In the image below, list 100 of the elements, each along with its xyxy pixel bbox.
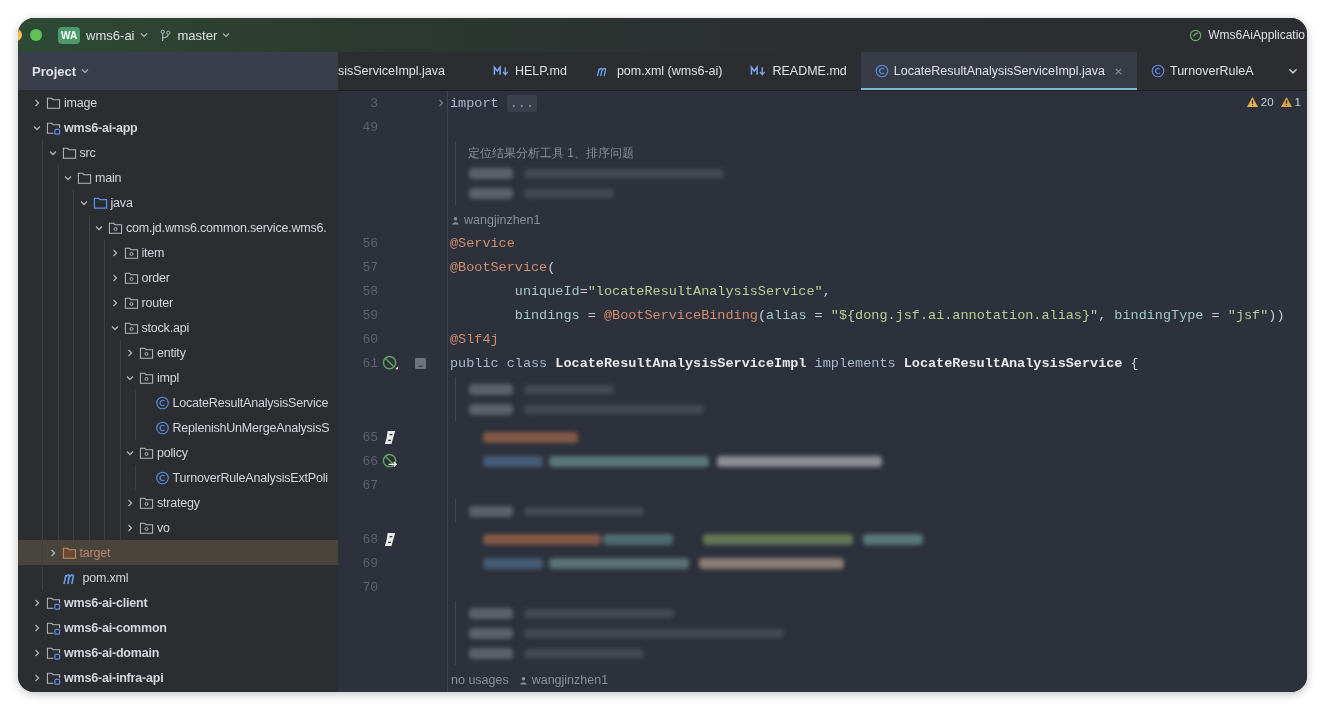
markdown-icon xyxy=(750,65,768,77)
warning-icon[interactable] xyxy=(1279,96,1293,108)
close-icon[interactable] xyxy=(1114,66,1123,76)
tree-item[interactable]: main xyxy=(18,165,338,190)
tab-label: LocateResultAnalysisServiceImpl.java xyxy=(893,64,1105,78)
branch-icon xyxy=(158,28,172,42)
branch-switcher[interactable]: master xyxy=(177,27,218,43)
module-folder-icon xyxy=(46,595,61,610)
bookmark-icon[interactable] xyxy=(415,357,426,369)
tree-item-label: com.jd.wms6.common.service.wms6. xyxy=(126,220,327,235)
tree-item[interactable]: wms6-ai-domain xyxy=(18,640,338,665)
chevron-right-icon[interactable] xyxy=(32,622,42,633)
tree-item-label: src xyxy=(79,145,96,160)
tree-item-label: java xyxy=(110,195,133,210)
code-line: public class LocateResultAnalysisServiceImpl implements LocateResultAnalysisService { xyxy=(450,355,1139,371)
module-folder-icon xyxy=(46,670,61,685)
folder-icon xyxy=(92,195,108,210)
chevron-right-icon[interactable] xyxy=(32,672,42,683)
tree-item[interactable]: wms6-ai-common xyxy=(18,615,338,640)
package-folder-icon xyxy=(139,370,154,385)
package-folder-icon xyxy=(139,445,154,460)
editor-tab[interactable]: pom.xml (wms6-ai) xyxy=(580,52,737,90)
tree-item-label: entity xyxy=(157,345,186,360)
tree-item[interactable]: order xyxy=(18,265,338,290)
tree-item-label: wms6-ai-client xyxy=(64,595,148,610)
package-folder-icon xyxy=(108,220,123,235)
tree-item-label: router xyxy=(141,295,173,310)
editor-tab[interactable]: sisServiceImpl.java xyxy=(338,52,459,90)
editor-tab[interactable]: HELP.md xyxy=(479,52,581,90)
folder-icon xyxy=(46,95,61,110)
module-folder-icon xyxy=(46,120,61,135)
project-badge: WA xyxy=(58,26,81,44)
package-folder-icon xyxy=(139,495,154,510)
tree-item[interactable]: src xyxy=(18,140,338,165)
tree-item[interactable]: wms6-ai-infra-api xyxy=(18,665,338,690)
chevron-down-icon xyxy=(80,66,91,76)
tree-item[interactable]: LocateResultAnalysisService xyxy=(18,390,338,415)
tree-item[interactable]: wms6-ai-app xyxy=(18,115,338,140)
class-icon xyxy=(154,420,170,435)
tree-item[interactable]: java xyxy=(18,190,338,215)
tree-item-label: image xyxy=(64,95,98,110)
tab-label: pom.xml (wms6-ai) xyxy=(616,64,723,78)
tree-item[interactable]: item xyxy=(18,240,338,265)
editor-tab[interactable]: LocateResultAnalysisServiceImpl.java xyxy=(860,52,1137,90)
folder-icon xyxy=(77,170,92,185)
tab-label: sisServiceImpl.java xyxy=(338,64,445,78)
chevron-right-icon[interactable] xyxy=(436,98,446,108)
module-folder-icon xyxy=(46,645,61,660)
tree-item[interactable]: router xyxy=(18,290,338,315)
zoom-window-button[interactable] xyxy=(30,29,42,41)
project-switcher[interactable]: wms6-ai xyxy=(86,27,135,43)
tree-item[interactable]: pom.xml xyxy=(18,565,338,590)
chevron-right-icon[interactable] xyxy=(32,647,42,658)
project-view-title[interactable]: Project xyxy=(32,63,77,79)
chevron-right-icon[interactable] xyxy=(32,597,42,608)
tree-item[interactable]: entity xyxy=(18,340,338,365)
tree-item[interactable]: strategy xyxy=(18,490,338,515)
chevron-right-icon[interactable] xyxy=(125,497,135,508)
editor-tab[interactable]: TurnoverRuleA xyxy=(1137,52,1268,90)
chevron-right-icon[interactable] xyxy=(125,347,135,358)
class-icon xyxy=(154,395,170,410)
tree-item[interactable]: stock.api xyxy=(18,315,338,340)
run-configuration[interactable]: Wms6AiApplicatio xyxy=(1208,28,1305,42)
usages-hint[interactable]: no usages xyxy=(451,673,509,687)
tree-item-label: wms6-ai-app xyxy=(64,120,138,135)
person-icon xyxy=(518,675,528,685)
package-folder-icon xyxy=(123,320,139,335)
folder-icon xyxy=(61,545,77,560)
tree-item[interactable]: TurnoverRuleAnalysisExtPoli xyxy=(18,465,338,490)
tree-item[interactable]: impl xyxy=(18,365,338,390)
tree-item-label: order xyxy=(141,270,170,285)
doc-comment: 定位结果分析工具 1、排序问题 xyxy=(468,145,635,162)
tree-item-label: LocateResultAnalysisService xyxy=(172,395,329,410)
tree-item[interactable]: policy xyxy=(18,440,338,465)
tree-item-label: impl xyxy=(157,370,180,385)
code-line: @BootService( xyxy=(450,259,556,275)
chevron-right-icon[interactable] xyxy=(125,522,135,533)
package-folder-icon xyxy=(123,270,139,285)
author-hint[interactable]: wangjinzhen1 xyxy=(531,673,609,687)
tree-item-label: wms6-ai-domain xyxy=(64,645,160,660)
person-icon xyxy=(451,215,460,225)
tree-item[interactable]: image xyxy=(18,90,338,115)
warning-count: 1 xyxy=(1294,96,1301,108)
author-hint[interactable]: wangjinzhen1 xyxy=(464,213,541,227)
tree-item[interactable]: wms6-ai-client xyxy=(18,590,338,615)
code-line: bindings = @BootServiceBinding(alias = "${dong.jsf.ai.annotation.alias}", bindingType = "jsf")) xyxy=(513,307,1285,323)
editor-tab[interactable]: README.md xyxy=(736,52,861,90)
chevron-right-icon[interactable] xyxy=(32,97,42,108)
tree-item[interactable]: com.jd.wms6.common.service.wms6. xyxy=(18,215,338,240)
chevron-down-icon xyxy=(138,30,149,40)
tree-item[interactable]: vo xyxy=(18,515,338,540)
package-folder-icon xyxy=(123,295,139,310)
tree-item-label: stock.api xyxy=(141,320,190,335)
class-icon xyxy=(1151,64,1165,78)
tree-item-label: strategy xyxy=(157,495,200,510)
package-folder-icon xyxy=(139,345,154,360)
tree-item-label: main xyxy=(95,170,122,185)
code-line: @Slf4j xyxy=(450,331,499,347)
warning-icon[interactable] xyxy=(1245,96,1259,108)
tree-item[interactable]: ReplenishUnMergeAnalysisS xyxy=(18,415,338,440)
